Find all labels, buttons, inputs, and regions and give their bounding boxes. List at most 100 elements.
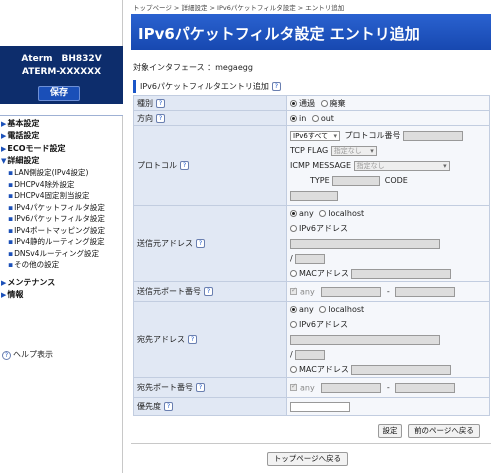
tcp-flag-label: TCP FLAG [290, 146, 329, 155]
type-label-cell: 種別? [133, 95, 287, 111]
bullet-icon: ▪ [8, 260, 14, 270]
src-ipv6-radio[interactable] [290, 225, 297, 232]
src-ipv6-input[interactable] [290, 238, 440, 249]
save-button[interactable]: 保存 [38, 86, 80, 101]
help-icon[interactable]: ? [196, 383, 205, 392]
sidebar-item-ipv6-filter[interactable]: ▪IPv6パケットフィルタ設定 [0, 213, 123, 225]
main-content: トップページ > 詳細設定 > IPv6パケットフィルタ設定 > エントリ追加 … [131, 0, 500, 473]
sidebar-item-dhcp-fixed[interactable]: ▪DHCPv4固定割当設定 [0, 190, 123, 202]
type-drop-radio[interactable] [320, 99, 328, 107]
direction-in-radio[interactable] [290, 114, 297, 122]
priority-input[interactable] [290, 401, 350, 412]
bullet-icon: ▪ [8, 237, 14, 247]
protocol-line: IPv6すべて プロトコル番号 [290, 128, 486, 143]
form-row-dst-port: 宛先ポート番号? any - [133, 377, 490, 398]
src-ipv6-line: IPv6アドレス [290, 221, 486, 236]
title-bar: IPv6パケットフィルタ設定 エントリ追加 [131, 14, 491, 50]
src-port-label-cell: 送信元ポート番号? [133, 281, 287, 302]
form-row-src-port: 送信元ポート番号? any - [133, 281, 490, 302]
dst-addr-value-cell: any localhost IPv6アドレス / MACアドレス [286, 301, 490, 378]
form-row-protocol: プロトコル? IPv6すべて プロトコル番号 TCP FLAG 指定なし ICM… [133, 125, 490, 206]
dst-port-any-checkbox[interactable] [290, 382, 297, 391]
help-icon[interactable]: ? [196, 239, 205, 248]
dst-mac-line: MACアドレス [290, 362, 486, 377]
sidebar-menu: ▶基本設定 ▶電話設定 ▶ECOモード設定 ▼詳細設定 ▪LAN側設定(IPv4… [0, 118, 123, 301]
tcp-flag-select[interactable]: 指定なし [330, 145, 377, 156]
src-mac-radio[interactable] [290, 270, 297, 277]
src-prefix-line: / [290, 251, 486, 266]
back-button[interactable]: 前のページへ戻る [408, 424, 480, 438]
help-icon[interactable]: ? [204, 287, 213, 296]
dst-ipv6-radio[interactable] [290, 321, 297, 328]
icmp-select[interactable]: 指定なし [353, 160, 450, 171]
help-icon[interactable]: ? [156, 98, 165, 108]
sidebar-item-eco[interactable]: ▶ECOモード設定 [0, 143, 123, 155]
sidebar-item-info[interactable]: ▶情報 [0, 289, 123, 301]
device-model: Aterm BH832V ATERM-XXXXXX [0, 53, 123, 79]
bullet-icon: ▪ [8, 191, 14, 201]
src-port-from-input[interactable] [321, 286, 382, 297]
icmp-code-label: CODE [384, 176, 408, 185]
protocol-number-input[interactable] [403, 130, 464, 141]
dst-mac-radio[interactable] [290, 366, 297, 373]
dst-addr-label-cell: 宛先アドレス? [133, 301, 287, 378]
protocol-label-cell: プロトコル? [133, 125, 287, 206]
icmp-code-input[interactable] [290, 190, 338, 201]
model-name: Aterm BH832V [21, 54, 102, 64]
sidebar-item-maintenance[interactable]: ▶メンテナンス [0, 277, 123, 289]
icmp-line: ICMP MESSAGE 指定なし [290, 158, 486, 173]
src-any-radio[interactable] [290, 210, 297, 217]
dst-prefix-line: / [290, 347, 486, 362]
help-icon: ? [2, 351, 11, 360]
src-mac-input[interactable] [351, 268, 452, 279]
form-row-direction: 方向? in out [133, 110, 490, 126]
sidebar-item-basic[interactable]: ▶基本設定 [0, 118, 123, 130]
bullet-icon: ▪ [8, 179, 14, 189]
dst-mac-input[interactable] [351, 364, 452, 375]
help-link[interactable]: ? ヘルプ表示 [2, 349, 53, 360]
help-icon[interactable]: ? [164, 402, 173, 411]
bullet-icon: ▪ [8, 248, 14, 258]
help-icon[interactable]: ? [156, 113, 165, 123]
protocol-select[interactable]: IPv6すべて [290, 130, 340, 141]
dst-port-label-cell: 宛先ポート番号? [133, 377, 287, 398]
dst-any-radio[interactable] [290, 306, 297, 313]
sidebar-item-ipv4-filter[interactable]: ▪IPv4パケットフィルタ設定 [0, 202, 123, 214]
sidebar-item-lan[interactable]: ▪LAN側設定(IPv4設定) [0, 167, 123, 179]
src-localhost-radio[interactable] [319, 210, 327, 217]
src-ipv6-input-line [290, 236, 486, 251]
dst-ipv6-input[interactable] [290, 334, 440, 345]
bullet-icon: ▪ [8, 168, 14, 178]
dst-localhost-radio[interactable] [319, 306, 327, 313]
icmp-type-input[interactable] [332, 175, 381, 186]
sidebar-item-static-route[interactable]: ▪IPv4静的ルーティング設定 [0, 236, 123, 248]
sidebar-item-dns-route[interactable]: ▪DNSv4ルーティング設定 [0, 248, 123, 260]
sidebar-item-dhcp-exclude[interactable]: ▪DHCPv4除外設定 [0, 179, 123, 191]
triangle-right-icon: ▶ [1, 290, 7, 299]
dst-port-value-cell: any - [286, 377, 490, 398]
filter-entry-form: 種別? 通過 廃棄 方向? in out プロトコル? IPv6すべて プロトコ… [133, 95, 490, 416]
type-pass-radio[interactable] [290, 99, 297, 107]
sidebar-item-other[interactable]: ▪その他の設定 [0, 259, 123, 271]
direction-label-cell: 方向? [133, 110, 287, 126]
help-icon[interactable]: ? [180, 161, 189, 170]
help-icon[interactable]: ? [271, 82, 281, 91]
bullet-icon: ▪ [8, 225, 14, 235]
dst-prefix-input[interactable] [295, 349, 326, 360]
src-mac-line: MACアドレス [290, 266, 486, 281]
src-addr-label-cell: 送信元アドレス? [133, 205, 287, 282]
device-name: ATERM-XXXXXX [21, 67, 102, 77]
set-button[interactable]: 設定 [378, 424, 402, 438]
dst-port-to-input[interactable] [395, 382, 456, 393]
src-port-any-checkbox[interactable] [290, 286, 297, 295]
sidebar-item-advanced[interactable]: ▼詳細設定 [0, 155, 123, 167]
help-icon[interactable]: ? [188, 335, 197, 344]
src-prefix-input[interactable] [295, 253, 326, 264]
src-port-to-input[interactable] [395, 286, 456, 297]
direction-out-radio[interactable] [311, 114, 319, 122]
dst-port-from-input[interactable] [321, 382, 382, 393]
sidebar-item-port-mapping[interactable]: ▪IPv4ポートマッピング設定 [0, 225, 123, 237]
src-addr-mode-line: any localhost [290, 206, 486, 221]
top-page-button[interactable]: トップページへ戻る [267, 452, 348, 466]
sidebar-item-phone[interactable]: ▶電話設定 [0, 130, 123, 142]
